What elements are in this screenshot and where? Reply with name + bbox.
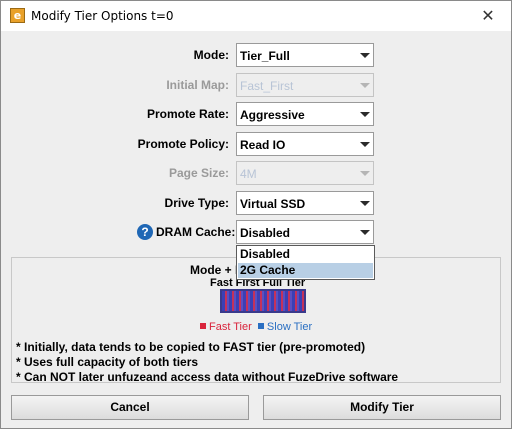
promote-policy-select[interactable]: Read IO — [236, 132, 374, 156]
dram-cache-label: DRAM Cache: — [156, 225, 236, 239]
help-icon[interactable]: ? — [137, 224, 153, 240]
promote-policy-label: Promote Policy: — [137, 137, 229, 151]
drive-type-value: Virtual SSD — [240, 197, 306, 211]
mode-label: Mode: — [193, 48, 229, 62]
promote-rate-dropdown-button[interactable] — [355, 103, 373, 125]
page-size-select: 4M — [236, 161, 374, 185]
mode-value: Tier_Full — [240, 49, 290, 63]
drive-type-row: Drive Type: Virtual SSD — [1, 191, 511, 215]
promote-rate-select[interactable]: Aggressive — [236, 102, 374, 126]
initial-map-value: Fast_First — [240, 79, 294, 93]
chevron-down-icon — [360, 230, 370, 235]
mode-select[interactable]: Tier_Full — [236, 43, 374, 67]
window-title: Modify Tier Options t=0 — [31, 9, 174, 23]
drive-type-select[interactable]: Virtual SSD — [236, 191, 374, 215]
chevron-down-icon — [360, 142, 370, 147]
chevron-down-icon — [360, 201, 370, 206]
fast-tier-legend: Fast Tier — [209, 321, 252, 333]
promote-policy-dropdown-button[interactable] — [355, 133, 373, 155]
promote-rate-label: Promote Rate: — [146, 107, 229, 121]
tier-legend: Fast Tier Slow Tier — [200, 321, 312, 333]
dram-cache-options-list: Disabled 2G Cache — [236, 245, 375, 280]
chevron-down-icon — [360, 83, 370, 88]
initial-map-row: Initial Map: Fast_First — [1, 73, 511, 97]
drive-type-label: Drive Type: — [164, 196, 229, 210]
cancel-button[interactable]: Cancel — [11, 395, 249, 420]
chevron-down-icon — [360, 171, 370, 176]
slow-tier-swatch — [257, 323, 264, 329]
modify-tier-button[interactable]: Modify Tier — [263, 395, 501, 420]
dram-cache-row: ? DRAM Cache: Disabled — [1, 220, 511, 244]
description-title: Mode + I — [190, 263, 239, 277]
page-size-label: Page Size: — [168, 166, 229, 180]
description-bullets: * Initially, data tends to be copied to … — [16, 340, 398, 385]
dram-cache-value: Disabled — [240, 226, 291, 240]
close-icon[interactable]: ✕ — [465, 1, 511, 31]
tier-map-graphic — [220, 289, 306, 313]
slow-tier-legend: Slow Tier — [266, 321, 313, 333]
dropdown-option-2g-cache[interactable]: 2G Cache — [238, 263, 373, 278]
promote-rate-value: Aggressive — [240, 108, 305, 122]
modify-tier-dialog: e Modify Tier Options t=0 ✕ Mode: Tier_F… — [0, 0, 512, 429]
promote-rate-row: Promote Rate: Aggressive — [1, 102, 511, 126]
page-size-value: 4M — [240, 167, 257, 181]
initial-map-dropdown-button — [355, 74, 373, 96]
app-icon: e — [10, 8, 25, 23]
promote-policy-value: Read IO — [240, 138, 286, 152]
promote-policy-row: Promote Policy: Read IO — [1, 132, 511, 156]
initial-map-label: Initial Map: — [166, 78, 229, 92]
page-size-dropdown-button — [355, 162, 373, 184]
chevron-down-icon — [360, 112, 370, 117]
drive-type-dropdown-button[interactable] — [355, 192, 373, 214]
description-bullet: * Can NOT later unfuzeand access data wi… — [16, 370, 399, 384]
fast-tier-swatch — [200, 323, 206, 329]
dropdown-option-disabled[interactable]: Disabled — [238, 247, 373, 262]
mode-dropdown-button[interactable] — [355, 44, 373, 66]
chevron-down-icon — [360, 53, 370, 58]
initial-map-select: Fast_First — [236, 73, 374, 97]
description-bullet: * Initially, data tends to be copied to … — [16, 340, 366, 354]
description-bullet: * Uses full capacity of both tiers — [16, 355, 199, 369]
dram-cache-dropdown-button[interactable] — [355, 221, 373, 243]
title-bar: e Modify Tier Options t=0 ✕ — [1, 1, 511, 31]
dram-cache-select[interactable]: Disabled — [236, 220, 374, 244]
page-size-row: Page Size: 4M — [1, 161, 511, 185]
mode-row: Mode: Tier_Full — [1, 43, 511, 67]
